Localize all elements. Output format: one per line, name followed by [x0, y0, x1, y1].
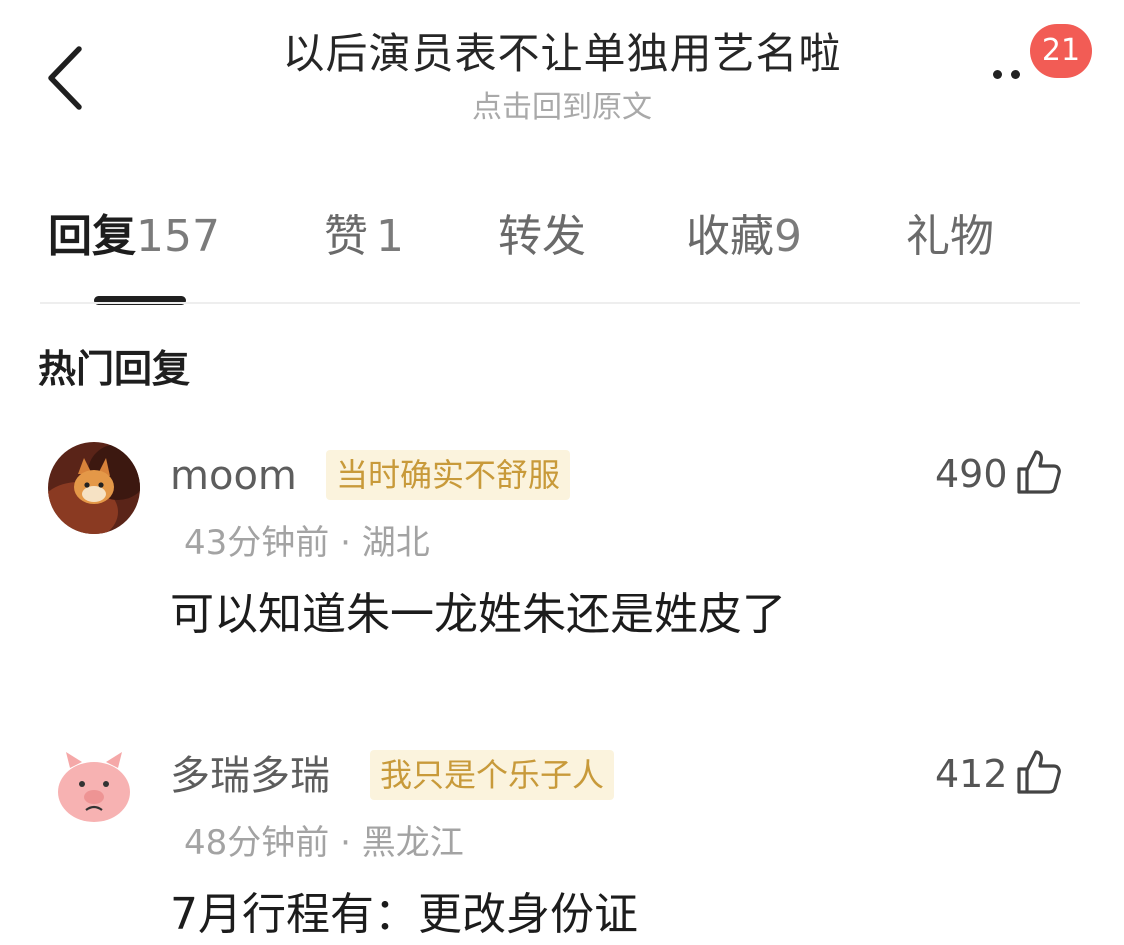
tab-label: 转发 [498, 211, 586, 262]
tab-count: 9 [774, 211, 802, 262]
comment-text: 可以知道朱一龙姓朱还是姓皮了 [170, 589, 786, 640]
thumbs-up-icon [1016, 450, 1061, 494]
tab-gifts[interactable]: 礼物 [906, 205, 994, 275]
hot-replies-heading: 热门回复 [38, 347, 191, 391]
meta-separator: · [340, 823, 362, 863]
comment-time: 43分钟前 [184, 523, 330, 563]
tab-likes[interactable]: 赞1 [324, 205, 404, 275]
like-count: 412 [935, 752, 1008, 796]
like-count: 490 [935, 452, 1008, 496]
comment-username[interactable]: 多瑞多瑞 [170, 750, 330, 802]
back-to-original-link[interactable]: 点击回到原文 [0, 88, 1124, 128]
tab-label: 回复 [48, 211, 136, 262]
like-button[interactable]: 490 [935, 444, 1062, 504]
tab-label: 礼物 [906, 211, 994, 262]
tab-count: 1 [376, 211, 404, 262]
user-tag-badge: 我只是个乐子人 [370, 750, 615, 800]
comment-location: 黑龙江 [361, 823, 464, 863]
more-dots-icon [993, 70, 1002, 79]
tab-bar: 回复157 赞1 转发 收藏9 礼物 [0, 205, 1124, 305]
meta-separator: · [340, 523, 362, 563]
more-dots-icon [1011, 70, 1020, 79]
page-title: 以后演员表不让单独用艺名啦 [282, 29, 842, 78]
comment-location: 湖北 [361, 523, 430, 563]
tab-label: 收藏 [686, 211, 774, 262]
comment-time: 48分钟前 [184, 823, 330, 863]
pig-avatar-icon[interactable] [48, 742, 140, 834]
comment-page: 以后演员表不让单独用艺名啦 点击回到原文 21 回复157 赞1 转发 收藏9 … [0, 0, 1124, 945]
thumbs-up-icon [1016, 750, 1061, 794]
like-button[interactable]: 412 [935, 744, 1062, 804]
tab-count: 157 [136, 211, 220, 262]
comment-item: moom 当时确实不舒服 490 43分钟前 · 湖北 可以知道朱一龙姓朱还是姓… [0, 440, 1124, 660]
comment-item: 多瑞多瑞 我只是个乐子人 412 48分钟前 · 黑龙江 7月行程有：更改身份证 [0, 740, 1124, 945]
cat-avatar-icon[interactable] [48, 442, 140, 534]
user-tag-badge: 当时确实不舒服 [326, 450, 571, 500]
comment-meta: 43分钟前 · 湖北 [184, 520, 430, 566]
notification-badge[interactable]: 21 [1030, 24, 1092, 78]
tab-replies[interactable]: 回复157 [48, 205, 220, 275]
comment-meta: 48分钟前 · 黑龙江 [184, 820, 464, 866]
tab-label: 赞 [324, 211, 368, 262]
tab-divider [40, 302, 1080, 304]
comment-username[interactable]: moom [170, 450, 297, 502]
comment-text: 7月行程有：更改身份证 [170, 889, 638, 940]
tab-favorites[interactable]: 收藏9 [686, 205, 802, 275]
tab-reposts[interactable]: 转发 [498, 205, 586, 275]
